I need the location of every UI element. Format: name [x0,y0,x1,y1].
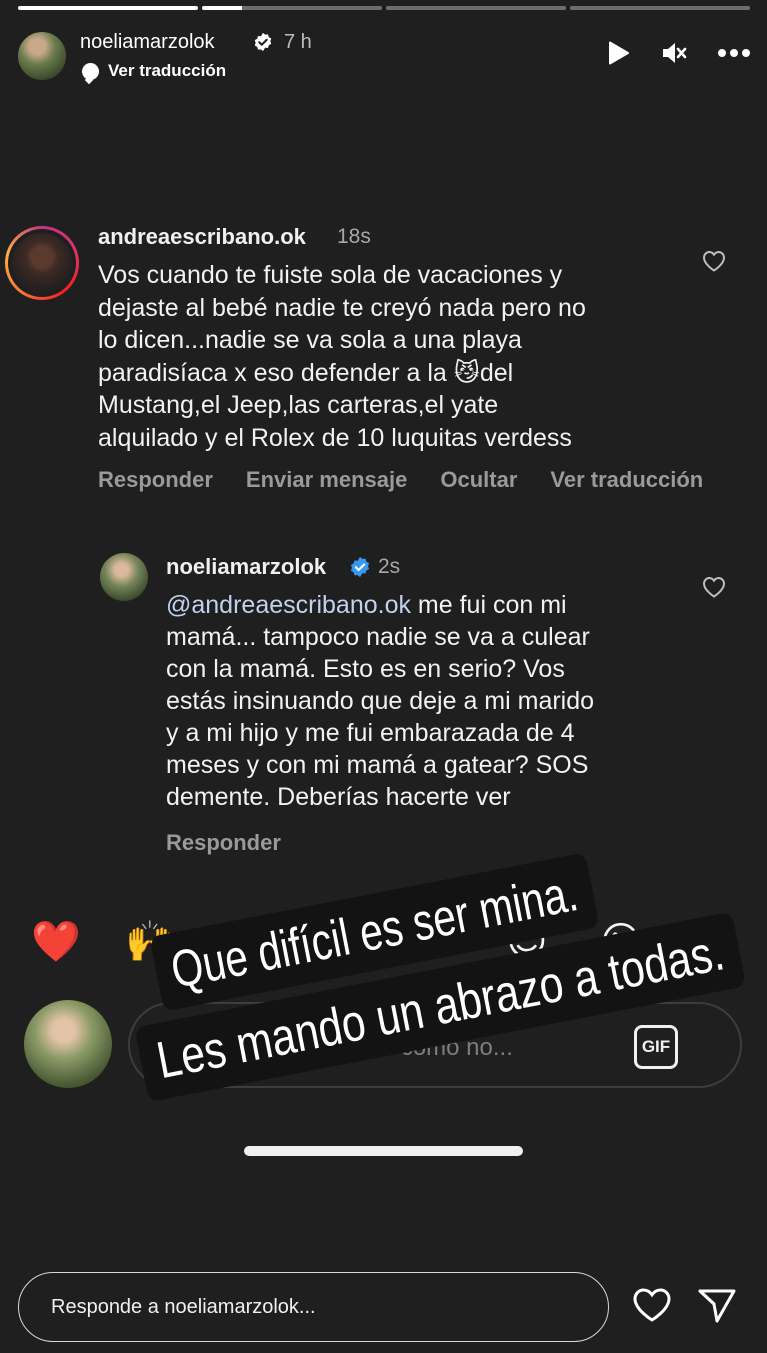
translate-bubble-icon [82,62,99,80]
progress-segment-3 [386,6,566,10]
reply-line: mamá... tampoco nadie se va a culear [166,623,590,651]
reply-line: estás insinuando que deje a mi marido [166,687,595,715]
reply-author-avatar[interactable] [100,553,148,601]
send-message-button[interactable]: Enviar mensaje [246,467,407,493]
like-reply-heart-icon[interactable] [702,576,726,598]
mute-icon[interactable] [661,40,687,66]
comment-line: dejaste al bebé nadie te creyó nada pero… [98,293,586,322]
reply-line-rest: me fui con mi [410,591,567,619]
comment-line: lo dicen...nadie se va sola a una playa [98,326,522,354]
verified-badge-icon [254,32,272,52]
home-indicator [244,1146,523,1156]
comment-line: Vos cuando te fuiste sola de vacaciones … [98,261,563,289]
like-comment-heart-icon[interactable] [702,250,726,272]
progress-segment-2 [202,6,382,10]
play-icon[interactable] [607,40,631,66]
mention-link[interactable]: @andreaescribano.ok [166,591,411,619]
see-translation-button[interactable]: Ver traducción [550,467,703,493]
reply-author-username[interactable]: noeliamarzolok [166,554,326,580]
story-header: noeliamarzolok 7 h Ver traducción [16,26,751,86]
reply-line: @andreaescribano.ok me fui con mi [166,589,686,621]
commenter-avatar-ring[interactable] [5,226,79,300]
story-author-username[interactable]: noeliamarzolok [80,31,215,54]
story-controls [607,40,751,66]
commenter-avatar-frame [8,229,76,297]
send-icon[interactable] [697,1287,737,1325]
story-reply-input[interactable]: Responde a noeliamarzolok... [18,1272,609,1342]
comment-line: alquilado y el Rolex de 10 luquitas verd… [98,423,572,452]
see-translation-link[interactable]: Ver traducción [82,61,226,81]
comment-line: Mustang,el Jeep,las carteras,el yate [98,391,499,419]
story-progress-bar [18,6,750,10]
reply-line: y a mi hijo y me fui embarazada de 4 [166,719,575,747]
commenter-username[interactable]: andreaescribano.ok [98,224,306,250]
current-user-avatar [24,1000,112,1088]
verified-badge-icon [350,556,370,578]
progress-fill-1 [18,6,198,10]
reply-time: 2s [378,555,401,578]
reply-button[interactable]: Responder [98,467,213,493]
comment-time: 18s [337,225,371,248]
story-time: 7 h [284,31,312,53]
reply-line: meses y con mi mamá a gatear? SOS [166,751,589,779]
progress-segment-1 [18,6,198,10]
progress-segment-4 [570,6,750,10]
comment-text: Vos cuando te fuiste sola de vacaciones … [98,259,678,454]
comment-actions: Responder Enviar mensaje Ocultar Ver tra… [98,467,703,493]
see-translation-label: Ver traducción [108,61,227,80]
comment-line: paradisíaca x eso defender a la 😼del [98,358,514,387]
progress-fill-2 [202,6,242,10]
hide-button[interactable]: Ocultar [440,467,517,493]
reply-line: con la mamá. Esto es en serio? Vos [166,655,565,683]
story-reply-placeholder: Responde a noeliamarzolok... [51,1296,316,1318]
more-icon[interactable] [717,48,751,58]
like-story-heart-icon[interactable] [632,1287,672,1323]
story-author-avatar[interactable] [16,30,68,82]
reply-text: @andreaescribano.ok me fui con mi mamá..… [166,589,686,813]
emoji-heart[interactable]: ❤️ [28,914,84,970]
commenter-avatar [12,233,72,293]
